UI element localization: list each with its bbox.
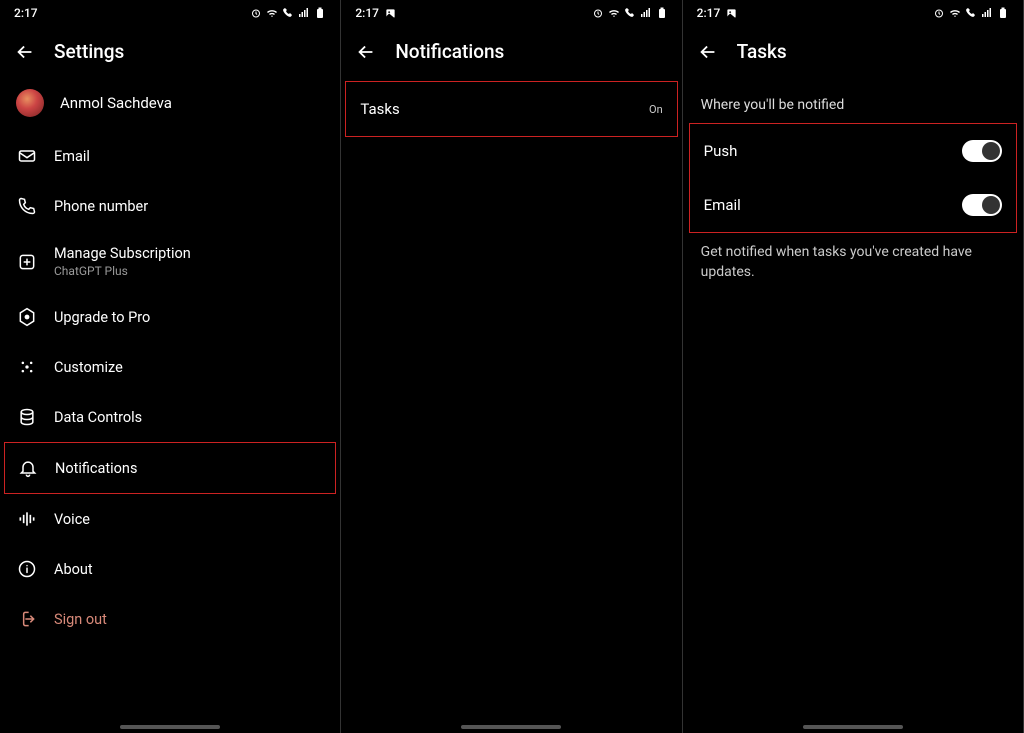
toggle-label: Push (704, 142, 738, 160)
info-icon (17, 559, 37, 579)
page-title: Settings (54, 40, 124, 63)
signout-icon (17, 609, 37, 629)
alarm-icon (250, 7, 262, 19)
picture-icon (385, 8, 396, 19)
menu-upgrade[interactable]: Upgrade to Pro (4, 292, 336, 342)
menu-label: Voice (54, 511, 90, 528)
call-icon (624, 7, 636, 19)
menu-label: Upgrade to Pro (54, 309, 150, 326)
toggle-label: Email (704, 196, 741, 214)
status-icons (592, 7, 668, 19)
menu-label: Sign out (54, 611, 107, 628)
battery-icon (314, 7, 326, 19)
sparkle-icon (17, 357, 37, 377)
back-arrow-icon[interactable] (697, 41, 719, 63)
tasks-screen: 2:17 Tasks Where you'll be notified Push… (683, 0, 1024, 733)
waveform-icon (17, 509, 37, 529)
battery-icon (997, 7, 1009, 19)
menu-data-controls[interactable]: Data Controls (4, 392, 336, 442)
status-time: 2:17 (697, 6, 721, 20)
notifications-screen: 2:17 Notifications Tasks On (341, 0, 682, 733)
menu-signout[interactable]: Sign out (4, 594, 336, 644)
phone-icon (17, 196, 37, 216)
menu-subscription[interactable]: Manage Subscription ChatGPT Plus (4, 231, 336, 292)
description-text: Get notified when tasks you've created h… (687, 233, 1019, 292)
star-hex-icon (17, 307, 37, 327)
status-time: 2:17 (355, 6, 379, 20)
tasks-row[interactable]: Tasks On (345, 81, 677, 137)
database-icon (17, 407, 37, 427)
menu-customize[interactable]: Customize (4, 342, 336, 392)
menu-label: Data Controls (54, 409, 142, 426)
battery-icon (656, 7, 668, 19)
menu-email[interactable]: Email (4, 131, 336, 181)
wifi-icon (266, 7, 278, 19)
menu-label: About (54, 561, 93, 578)
row-value: On (649, 103, 663, 116)
row-label: Tasks (360, 100, 399, 118)
wifi-icon (949, 7, 961, 19)
status-icons (933, 7, 1009, 19)
menu-label: Phone number (54, 198, 148, 215)
bell-icon (18, 458, 38, 478)
picture-icon (726, 8, 737, 19)
status-icons (250, 7, 326, 19)
call-icon (965, 7, 977, 19)
alarm-icon (592, 7, 604, 19)
profile-row[interactable]: Anmol Sachdeva (4, 81, 336, 131)
avatar (16, 89, 44, 117)
app-header: Tasks (683, 26, 1023, 81)
push-toggle-row: Push (690, 124, 1016, 178)
push-toggle[interactable] (962, 140, 1002, 162)
status-bar: 2:17 (0, 0, 340, 26)
call-icon (282, 7, 294, 19)
app-header: Notifications (341, 26, 681, 81)
plus-box-icon (17, 252, 37, 272)
menu-label: Notifications (55, 460, 137, 477)
menu-voice[interactable]: Voice (4, 494, 336, 544)
back-arrow-icon[interactable] (355, 41, 377, 63)
settings-screen: 2:17 Settings Anmol Sachdeva Email Phone… (0, 0, 341, 733)
back-arrow-icon[interactable] (14, 41, 36, 63)
status-bar: 2:17 (341, 0, 681, 26)
menu-label: Customize (54, 359, 123, 376)
home-indicator[interactable] (120, 725, 220, 729)
menu-sublabel: ChatGPT Plus (54, 264, 191, 278)
alarm-icon (933, 7, 945, 19)
signal-icon (981, 7, 993, 19)
home-indicator[interactable] (461, 725, 561, 729)
app-header: Settings (0, 26, 340, 81)
email-icon (17, 146, 37, 166)
status-bar: 2:17 (683, 0, 1023, 26)
profile-name: Anmol Sachdeva (60, 94, 172, 112)
menu-label: Manage Subscription (54, 245, 191, 262)
menu-notifications[interactable]: Notifications (4, 442, 336, 494)
wifi-icon (608, 7, 620, 19)
page-title: Notifications (395, 40, 504, 63)
page-title: Tasks (737, 40, 787, 63)
toggle-group-highlight: Push Email (689, 123, 1017, 233)
status-time: 2:17 (14, 6, 38, 20)
email-toggle-row: Email (690, 178, 1016, 232)
menu-about[interactable]: About (4, 544, 336, 594)
signal-icon (298, 7, 310, 19)
menu-phone[interactable]: Phone number (4, 181, 336, 231)
home-indicator[interactable] (803, 725, 903, 729)
menu-label: Email (54, 148, 90, 165)
email-toggle[interactable] (962, 194, 1002, 216)
signal-icon (640, 7, 652, 19)
section-header: Where you'll be notified (687, 81, 1019, 123)
